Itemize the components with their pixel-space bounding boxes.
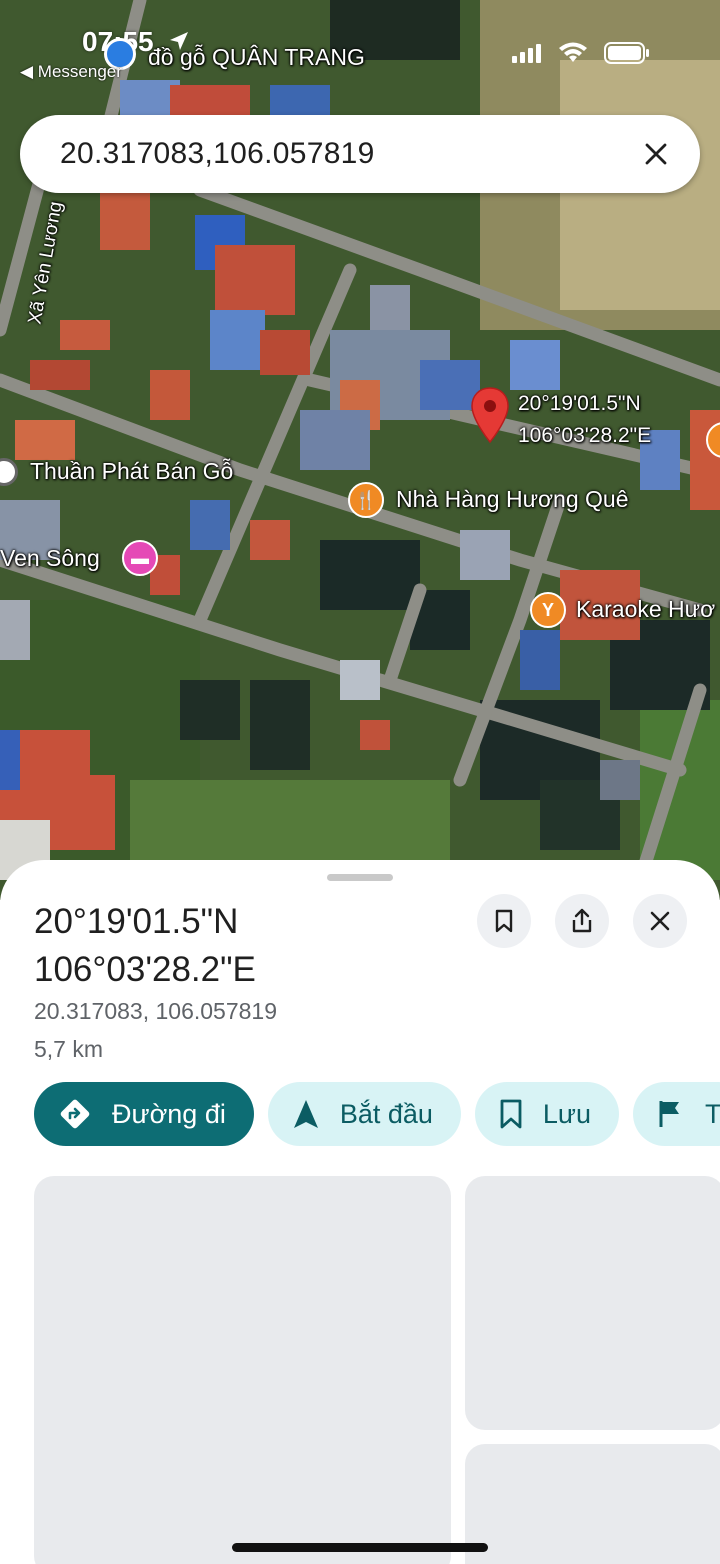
save-button[interactable]: Lưu: [474, 1082, 620, 1146]
close-sheet-button[interactable]: [633, 894, 687, 948]
search-input[interactable]: 20.317083,106.057819: [60, 137, 636, 171]
home-indicator[interactable]: [232, 1543, 488, 1552]
status-bar: 07:55 ◀ Messenger: [0, 0, 720, 100]
close-icon: [650, 911, 670, 931]
pin-coords-lat: 20°19'01.5"N: [518, 392, 641, 415]
directions-button[interactable]: Đường đi: [34, 1082, 254, 1146]
flag-label: T: [705, 1098, 720, 1129]
signal-icon: [512, 44, 541, 63]
wifi-icon: [559, 42, 587, 62]
back-to-app-link[interactable]: ◀ Messenger: [20, 62, 122, 82]
decimal-coordinates: 20.317083, 106.057819: [34, 998, 278, 1024]
bookmark-icon: [500, 1099, 522, 1129]
start-navigation-button[interactable]: Bắt đầu: [267, 1082, 461, 1146]
map-label-karaoke[interactable]: Karaoke Hươ: [576, 596, 715, 623]
photo-card-top-right[interactable]: [465, 1176, 720, 1430]
start-label: Bắt đầu: [339, 1098, 433, 1129]
distance-label: 5,7 km: [34, 1036, 104, 1062]
map-label-ven-song[interactable]: Ven Sông: [0, 545, 100, 572]
flag-icon: [659, 1101, 680, 1127]
save-label: Lưu: [542, 1098, 592, 1129]
photo-card-large[interactable]: [34, 1176, 451, 1564]
bar-icon[interactable]: Y: [530, 592, 566, 628]
search-bar[interactable]: 20.317083,106.057819: [20, 115, 700, 193]
bookmark-icon: [495, 909, 513, 933]
directions-icon: [60, 1099, 90, 1129]
pin-coords-lng: 106°03'28.2"E: [518, 424, 652, 447]
battery-icon: [604, 42, 649, 64]
title-latitude: 20°19'01.5"N: [34, 902, 239, 941]
drag-handle[interactable]: [327, 874, 393, 881]
photo-card-bottom-right[interactable]: [465, 1444, 720, 1564]
share-button[interactable]: [555, 894, 609, 948]
location-arrow-icon: [168, 30, 190, 52]
restaurant-icon[interactable]: 🍴: [348, 482, 384, 518]
share-icon: [572, 908, 592, 933]
location-pin-icon[interactable]: [470, 386, 510, 444]
clear-search-button[interactable]: [636, 134, 676, 174]
label-flag-button[interactable]: T: [633, 1082, 720, 1146]
place-title: 20°19'01.5"N 106°03'28.2"E: [34, 898, 256, 994]
title-longitude: 106°03'28.2"E: [34, 950, 256, 989]
hotel-icon[interactable]: ▬: [122, 540, 158, 576]
save-bookmark-button[interactable]: [477, 894, 531, 948]
navigation-arrow-icon: [293, 1100, 318, 1128]
map-label-restaurant[interactable]: Nhà Hàng Hương Quê: [396, 486, 629, 513]
place-bottom-sheet[interactable]: 20°19'01.5"N 106°03'28.2"E 20.317083, 10…: [0, 860, 720, 1564]
action-chips: Đường đi Bắt đầu Lưu T: [34, 1082, 720, 1146]
map-label-thuan-phat[interactable]: Thuần Phát Bán Gỗ: [30, 458, 233, 485]
directions-label: Đường đi: [112, 1098, 226, 1129]
close-icon: [645, 143, 667, 165]
